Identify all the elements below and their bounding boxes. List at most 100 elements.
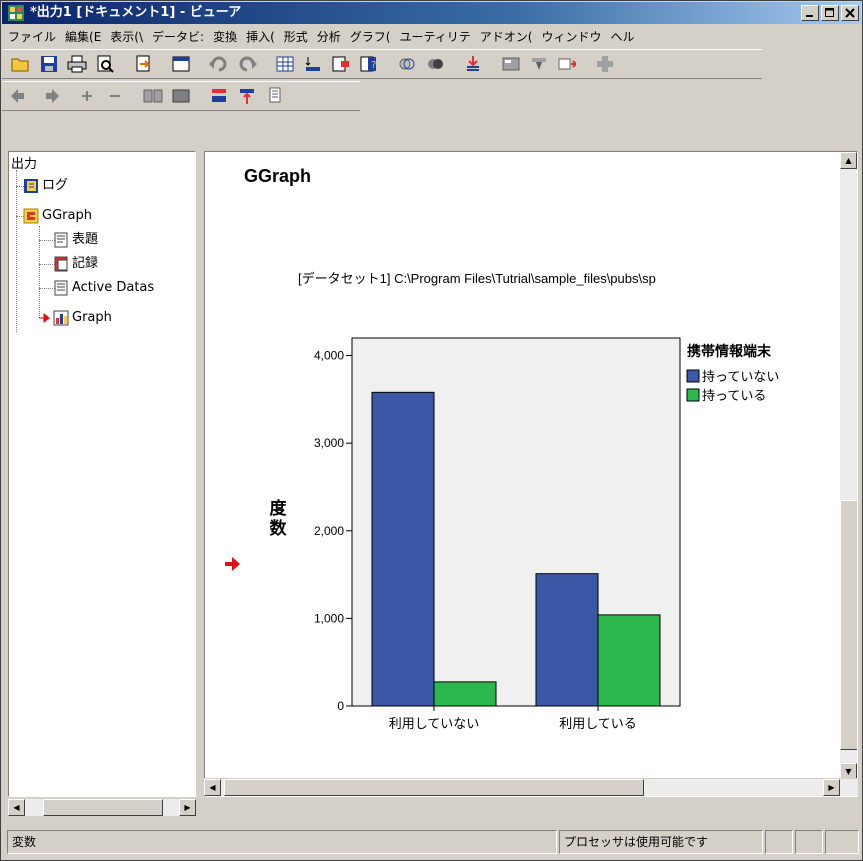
designate-window-button[interactable]	[424, 53, 446, 75]
y-tick-label: 3,000	[314, 436, 344, 450]
collapse-button[interactable]	[104, 85, 126, 107]
tree-item-label: Graph	[72, 310, 112, 325]
tree-item-active-dataset[interactable]: Active Datas	[53, 279, 154, 297]
procedure-icon	[23, 208, 39, 224]
collapse-icon	[110, 95, 120, 97]
menu-analyze[interactable]: 分析	[317, 28, 341, 45]
open-button[interactable]	[10, 53, 32, 75]
outline-pane: 出力 ログ GGraph 表題 記録 Active Datas Graph	[8, 151, 196, 797]
insert-text-button[interactable]	[556, 53, 578, 75]
save-button[interactable]	[38, 53, 60, 75]
tree-item-label: 記録	[72, 256, 99, 271]
demote-button[interactable]	[38, 85, 60, 107]
window-title: *出力1 [ドキュメント1] - ビューア	[30, 5, 242, 20]
menu-insert[interactable]: 挿入(	[246, 28, 275, 45]
minimize-icon	[806, 15, 813, 17]
insert-chart-button[interactable]	[594, 53, 616, 75]
show-all-button[interactable]	[396, 53, 418, 75]
status-processor: プロセッサは使用可能です	[559, 830, 763, 854]
menu-transform[interactable]: 変換	[213, 28, 237, 45]
select-last-output-button[interactable]	[462, 53, 484, 75]
insert-new-text-button[interactable]	[264, 85, 286, 107]
scroll-right-button[interactable]: ▶	[179, 799, 196, 816]
viewer-window: *出力1 [ドキュメント1] - ビューア ファイル 編集(E 表示(\ データ…	[0, 0, 863, 861]
tree-item-notes[interactable]: 記録	[53, 255, 98, 273]
insert-heading-button[interactable]	[500, 53, 522, 75]
menu-data[interactable]: データビ:	[152, 28, 204, 45]
print-preview-button[interactable]	[94, 53, 116, 75]
bar	[535, 573, 599, 707]
scroll-thumb[interactable]	[224, 779, 644, 796]
insert-new-text-icon	[269, 87, 281, 103]
notes-doc-icon	[54, 256, 68, 272]
outline-toolbar	[2, 81, 360, 111]
minimize-button[interactable]	[801, 5, 819, 21]
menu-format[interactable]: 形式	[284, 28, 308, 45]
insert-new-heading-button[interactable]	[208, 85, 230, 107]
scroll-left-button[interactable]: ◀	[8, 799, 25, 816]
menu-view[interactable]: 表示(\	[110, 28, 143, 45]
save-icon	[41, 56, 57, 72]
promote-button[interactable]	[10, 85, 32, 107]
insert-new-title-button[interactable]	[236, 85, 258, 107]
menu-utilities[interactable]: ユーティリテ	[399, 28, 470, 45]
maximize-icon	[825, 8, 834, 17]
print-preview-icon	[97, 55, 114, 73]
tree-item-title[interactable]: 表題	[53, 231, 98, 249]
scroll-thumb[interactable]	[840, 500, 857, 750]
goto-data-button[interactable]	[274, 53, 296, 75]
legend-label: 持っていない	[702, 370, 779, 385]
tree-item-label: GGraph	[42, 208, 92, 223]
scroll-left-button[interactable]: ◀	[204, 779, 221, 796]
menu-edit[interactable]: 編集(E	[65, 28, 101, 45]
title-bar[interactable]: *出力1 [ドキュメント1] - ビューア	[2, 2, 861, 24]
recall-dialog-button[interactable]	[170, 53, 192, 75]
insert-new-heading-icon	[212, 89, 226, 102]
bar-chart[interactable]: 01,0002,0003,0004,000利用していない利用しているワイヤレスサ…	[205, 302, 825, 732]
goto-case-icon	[305, 57, 320, 71]
maximize-button[interactable]	[821, 5, 839, 21]
content-horizontal-scrollbar[interactable]: ◀ ▶	[204, 778, 858, 796]
svg-text:?: ?	[371, 60, 376, 71]
status-cell-empty-1	[765, 830, 793, 854]
insert-new-title-icon	[240, 89, 254, 104]
print-button[interactable]	[66, 53, 88, 75]
tree-item-ggraph[interactable]: GGraph	[23, 207, 92, 225]
use-sets-icon: ?	[360, 56, 376, 72]
menu-help[interactable]: ヘル	[610, 28, 634, 45]
menu-graphs[interactable]: グラフ(	[350, 28, 391, 45]
menu-addons[interactable]: アドオン(	[480, 28, 533, 45]
close-icon	[845, 8, 855, 18]
expand-button[interactable]	[76, 85, 98, 107]
menu-file[interactable]: ファイル	[8, 28, 56, 45]
undo-button[interactable]	[208, 53, 230, 75]
app-icon	[8, 5, 24, 21]
scroll-thumb[interactable]	[43, 799, 163, 816]
use-sets-button[interactable]: ?	[358, 53, 380, 75]
scroll-right-button[interactable]: ▶	[823, 779, 840, 796]
expand-icon	[82, 91, 92, 101]
outline-horizontal-scrollbar[interactable]: ◀ ▶	[8, 798, 196, 816]
insert-title-button[interactable]	[528, 53, 550, 75]
log-book-icon	[24, 179, 38, 193]
tree-item-graph[interactable]: Graph	[39, 309, 112, 327]
hide-button[interactable]	[170, 85, 192, 107]
dataset-path-text: [データセット1] C:\Program Files\Tutrial\sampl…	[298, 271, 656, 286]
status-bar: 変数 プロセッサは使用可能です	[7, 830, 859, 854]
tree-item-label: Active Datas	[72, 280, 155, 295]
menu-window[interactable]: ウィンドウ	[541, 28, 601, 45]
hide-icon	[172, 89, 190, 103]
redo-button[interactable]	[236, 53, 258, 75]
content-vertical-scrollbar[interactable]: ▲ ▼	[840, 152, 857, 780]
show-button[interactable]	[142, 85, 164, 107]
scroll-up-button[interactable]: ▲	[840, 152, 857, 169]
tree-root-output[interactable]: 出力	[11, 156, 37, 174]
variables-button[interactable]	[330, 53, 352, 75]
bar	[371, 391, 435, 707]
close-button[interactable]	[841, 5, 859, 21]
y-tick-label: 4,000	[314, 349, 344, 363]
main-toolbar: ?	[2, 49, 762, 79]
tree-item-log[interactable]: ログ	[23, 177, 68, 195]
export-button[interactable]	[132, 53, 154, 75]
goto-case-button[interactable]	[302, 53, 324, 75]
